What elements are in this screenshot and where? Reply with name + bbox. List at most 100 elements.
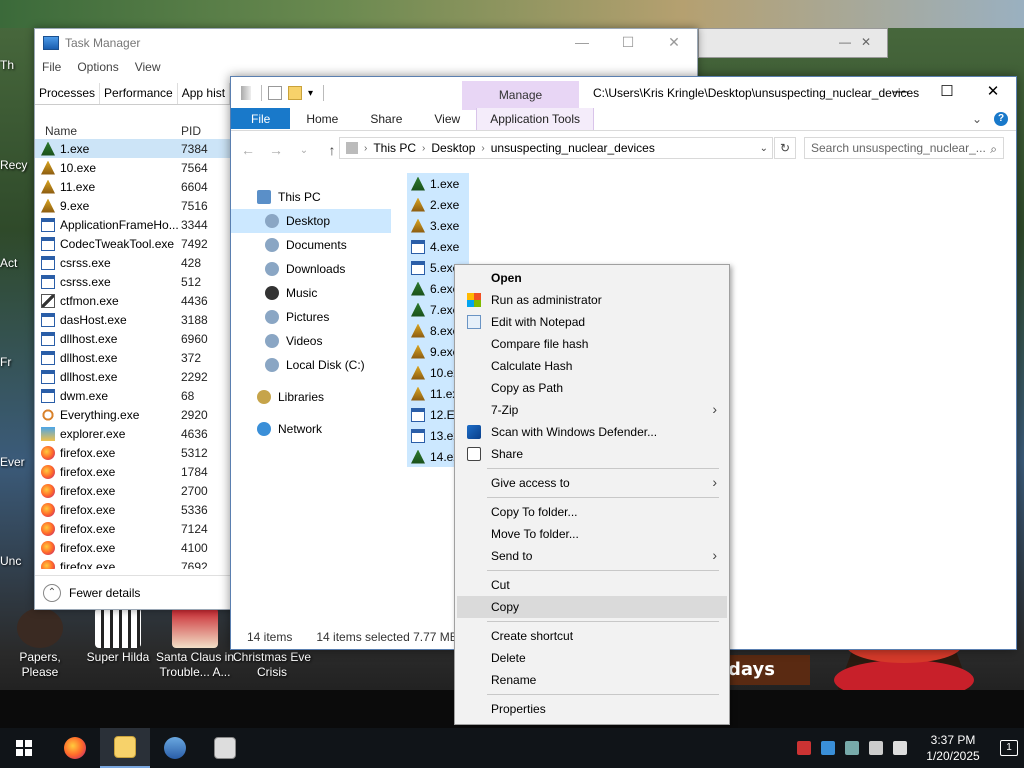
address-dropdown-icon[interactable]: ⌄ <box>760 143 768 154</box>
menu-item-copy[interactable]: Copy <box>457 596 727 618</box>
desktop-icon-label-peek[interactable]: Unc <box>0 554 21 568</box>
desktop-icon-label-peek[interactable]: Th <box>0 58 14 72</box>
address-bar[interactable]: › This PC › Desktop › unsuspecting_nucle… <box>339 137 773 159</box>
tab-home[interactable]: Home <box>290 108 354 130</box>
file-item[interactable]: 3.exe <box>407 215 469 236</box>
menu-item-copy-to-folder[interactable]: Copy To folder... <box>457 501 727 523</box>
taskbar-firefox[interactable] <box>50 728 100 768</box>
desktop-icon-super-hilda[interactable]: Super Hilda <box>78 608 158 665</box>
maximize-button[interactable]: ☐ <box>605 29 651 57</box>
refresh-button[interactable]: ↻ <box>774 137 796 159</box>
table-row[interactable]: firefox.exe 7692 <box>35 557 231 569</box>
breadcrumb-desktop[interactable]: Desktop <box>431 141 475 155</box>
people-tray-icon[interactable] <box>845 741 859 755</box>
breadcrumb-separator-icon[interactable]: › <box>422 143 425 154</box>
menu-item-delete[interactable]: Delete <box>457 647 727 669</box>
desktop-icon-santa-claus[interactable]: Santa Claus in Trouble... A... <box>155 608 235 680</box>
tab-application-tools[interactable]: Application Tools <box>476 108 595 130</box>
menu-item-send-to[interactable]: Send to › <box>457 545 727 567</box>
table-row[interactable]: firefox.exe 5336 <box>35 500 231 519</box>
fewer-details-button[interactable]: ⌃ Fewer details <box>35 575 231 609</box>
app-tray-icon[interactable] <box>821 741 835 755</box>
sidebar-item-this-pc[interactable]: This PC <box>231 185 391 209</box>
table-row[interactable]: 1.exe 7384 <box>35 139 231 158</box>
taskbar-file-explorer[interactable] <box>100 728 150 768</box>
menu-item-compare-file-hash[interactable]: Compare file hash <box>457 333 727 355</box>
menu-options[interactable]: Options <box>77 60 118 76</box>
breadcrumb-separator-icon[interactable]: › <box>481 143 484 154</box>
table-row[interactable]: dllhost.exe 6960 <box>35 329 231 348</box>
chevron-down-icon[interactable]: ▾ <box>308 88 313 99</box>
table-row[interactable]: ApplicationFrameHo... 3344 <box>35 215 231 234</box>
table-row[interactable]: csrss.exe 428 <box>35 253 231 272</box>
file-item[interactable]: 4.exe <box>407 236 469 257</box>
menu-view[interactable]: View <box>135 60 161 76</box>
desktop-icon-label-peek[interactable]: Recy <box>0 158 27 172</box>
table-row[interactable]: firefox.exe 7124 <box>35 519 231 538</box>
manage-tab[interactable]: Manage <box>462 81 579 110</box>
network-icon[interactable] <box>869 741 883 755</box>
context-menu[interactable]: Open Run as administrator Edit with Notepa… <box>454 264 730 725</box>
file-item[interactable]: 1.exe <box>407 173 469 194</box>
menu-item-edit-with-notepad[interactable]: Edit with Notepad <box>457 311 727 333</box>
taskbar-task-manager[interactable] <box>200 728 250 768</box>
table-row[interactable]: 9.exe 7516 <box>35 196 231 215</box>
menu-item-move-to-folder[interactable]: Move To folder... <box>457 523 727 545</box>
table-row[interactable]: CodecTweakTool.exe 7492 <box>35 234 231 253</box>
table-row[interactable]: firefox.exe 5312 <box>35 443 231 462</box>
column-name-header[interactable]: Name <box>35 124 181 138</box>
table-row[interactable]: 10.exe 7564 <box>35 158 231 177</box>
back-arrow-icon[interactable]: ← <box>239 142 257 158</box>
menu-item-cut[interactable]: Cut <box>457 574 727 596</box>
tab-processes[interactable]: Processes <box>35 83 101 104</box>
minimize-button[interactable]: — <box>878 77 924 108</box>
explorer-titlebar[interactable]: ▾ Manage C:\Users\Kris Kringle\Desktop\u… <box>231 77 1016 110</box>
menu-item-share[interactable]: Share <box>457 443 727 465</box>
sidebar-item-videos[interactable]: Videos <box>231 329 391 353</box>
forward-arrow-icon[interactable]: → <box>267 142 285 158</box>
menu-item-give-access-to[interactable]: Give access to › <box>457 472 727 494</box>
menu-item-rename[interactable]: Rename <box>457 669 727 691</box>
table-row[interactable]: explorer.exe 4636 <box>35 424 231 443</box>
table-row[interactable]: dasHost.exe 3188 <box>35 310 231 329</box>
volume-icon[interactable] <box>893 741 907 755</box>
table-row[interactable]: dllhost.exe 2292 <box>35 367 231 386</box>
desktop-icon-label-peek[interactable]: Fr <box>0 355 11 369</box>
breadcrumb-folder[interactable]: unsuspecting_nuclear_devices <box>491 141 655 155</box>
defender-tray-icon[interactable] <box>797 741 811 755</box>
start-button[interactable] <box>0 728 48 768</box>
clock[interactable]: 3:37 PM 1/20/2025 <box>918 732 988 764</box>
taskbar-people[interactable] <box>150 728 200 768</box>
help-icon[interactable]: ? <box>994 112 1008 126</box>
maximize-button[interactable]: ☐ <box>924 77 970 108</box>
table-row[interactable]: csrss.exe 512 <box>35 272 231 291</box>
minimize-button[interactable]: — <box>559 29 605 57</box>
desktop-icon-papers-please[interactable]: Papers, Please <box>0 608 80 680</box>
sidebar-item-network[interactable]: Network <box>231 417 391 441</box>
tab-app-history[interactable]: App hist <box>178 83 231 104</box>
tab-file[interactable]: File <box>231 108 291 129</box>
notification-center-button[interactable]: 1 <box>994 733 1024 763</box>
close-button[interactable]: ✕ <box>970 77 1016 108</box>
menu-item-copy-as-path[interactable]: Copy as Path <box>457 377 727 399</box>
tab-share[interactable]: Share <box>354 108 418 130</box>
expand-ribbon-icon[interactable]: ⌄ <box>972 112 982 126</box>
sidebar-item-libraries[interactable]: Libraries <box>231 385 391 409</box>
properties-icon[interactable] <box>268 86 282 100</box>
menu-item-properties[interactable]: Properties <box>457 698 727 720</box>
background-window[interactable]: —✕ <box>698 28 888 58</box>
menu-item-run-as-administrator[interactable]: Run as administrator <box>457 289 727 311</box>
new-folder-icon[interactable] <box>288 86 302 100</box>
table-row[interactable]: 11.exe 6604 <box>35 177 231 196</box>
desktop-icon-label-peek[interactable]: Ever <box>0 455 25 469</box>
table-row[interactable]: dwm.exe 68 <box>35 386 231 405</box>
menu-file[interactable]: File <box>42 60 61 76</box>
table-row[interactable]: firefox.exe 4100 <box>35 538 231 557</box>
table-row[interactable]: dllhost.exe 372 <box>35 348 231 367</box>
menu-item-7-zip[interactable]: 7-Zip › <box>457 399 727 421</box>
menu-item-scan-with-windows-defender[interactable]: Scan with Windows Defender... <box>457 421 727 443</box>
breadcrumb-separator-icon[interactable]: › <box>364 143 367 154</box>
file-item[interactable]: 2.exe <box>407 194 469 215</box>
sidebar-item-local-disk[interactable]: Local Disk (C:) <box>231 353 391 377</box>
table-row[interactable]: firefox.exe 2700 <box>35 481 231 500</box>
